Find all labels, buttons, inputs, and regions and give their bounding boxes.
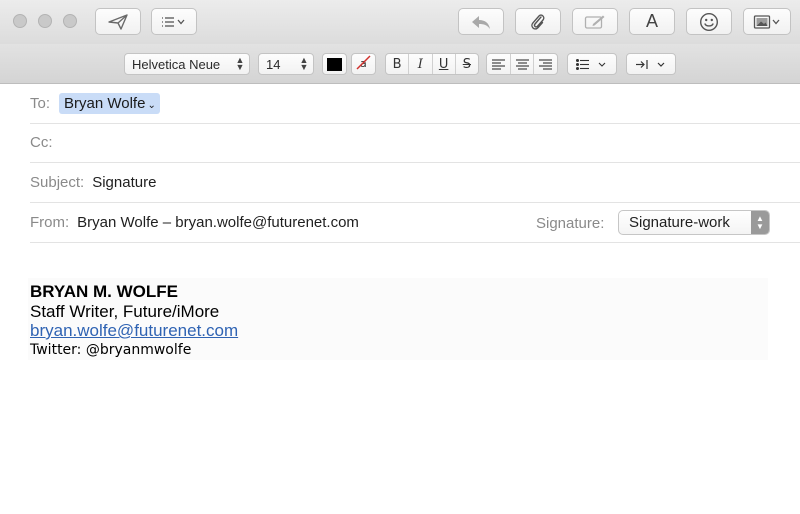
background-color-button[interactable]: a: [351, 53, 376, 75]
text-style-segment: B I U S: [385, 53, 479, 75]
signature-twitter: Twitter: @bryanmwolfe: [30, 342, 192, 358]
window-toolbar: A: [0, 0, 800, 44]
header-fields-button[interactable]: [151, 8, 197, 35]
cc-field-row[interactable]: Cc:: [30, 123, 800, 163]
indent-select[interactable]: [626, 53, 676, 75]
align-left-icon: [491, 58, 505, 70]
chevron-down-icon: ⌄: [147, 100, 156, 111]
align-left-button[interactable]: [487, 54, 511, 74]
font-size-value: 14: [266, 56, 281, 72]
signature-label: Signature:: [536, 215, 605, 232]
list-style-select[interactable]: [567, 53, 617, 75]
to-label: To:: [30, 95, 51, 112]
paper-plane-icon: [108, 13, 128, 30]
paperclip-icon: [530, 12, 546, 32]
markup-pen-icon: [584, 14, 606, 30]
signature-select[interactable]: Signature-work ▲ ▼: [618, 210, 770, 235]
strikethrough-glyph: S: [462, 56, 471, 72]
subject-label: Subject:: [30, 174, 85, 191]
text-color-button[interactable]: [322, 53, 347, 75]
no-background-color-icon: a: [355, 55, 372, 73]
zoom-window-button[interactable]: [63, 14, 77, 28]
reply-button[interactable]: [458, 8, 504, 35]
font-size-select[interactable]: 14 ▲ ▼: [258, 53, 314, 75]
emoji-button[interactable]: [686, 8, 732, 35]
cc-label: Cc:: [30, 134, 53, 151]
underline-glyph: U: [438, 56, 449, 72]
subject-value: Signature: [92, 174, 157, 191]
list-chevron-icon: [161, 16, 187, 28]
italic-button[interactable]: I: [409, 54, 433, 74]
underline-button[interactable]: U: [433, 54, 456, 74]
from-label: From:: [30, 214, 70, 231]
recipient-token[interactable]: Bryan Wolfe ⌄: [59, 93, 160, 114]
signature-email-link[interactable]: bryan.wolfe@futurenet.com: [30, 321, 238, 341]
signature-name: BRYAN M. WOLFE: [30, 282, 178, 301]
to-field-row: To: Bryan Wolfe ⌄: [30, 84, 800, 124]
photo-chevron-icon: [753, 14, 781, 30]
font-family-select[interactable]: Helvetica Neue ▲ ▼: [124, 53, 250, 75]
indent-arrow-icon: [636, 59, 665, 69]
smiley-icon: [699, 12, 719, 32]
updown-chevron-icon: ▲ ▼: [751, 211, 769, 234]
align-right-icon: [539, 58, 553, 70]
subject-field-row[interactable]: Subject: Signature: [30, 163, 800, 203]
format-bar: Helvetica Neue ▲▼ 14 ▲▼ a B I U S: [0, 44, 800, 84]
align-center-icon: [515, 58, 529, 70]
reply-arrow-icon: [470, 14, 492, 30]
strikethrough-button[interactable]: S: [456, 54, 478, 74]
bullet-list-icon: [576, 58, 606, 70]
letter-a-icon: A: [645, 11, 658, 31]
fonts-button[interactable]: A: [629, 8, 675, 35]
bold-button[interactable]: B: [386, 54, 410, 74]
photo-browser-button[interactable]: [743, 8, 791, 35]
updown-chevron-icon: ▲ ▼: [235, 55, 245, 72]
send-button[interactable]: [95, 8, 141, 35]
bold-glyph: B: [392, 56, 402, 72]
signature-job-title: Staff Writer, Future/iMore: [30, 302, 220, 321]
from-account-value[interactable]: Bryan Wolfe – bryan.wolfe@futurenet.com: [77, 214, 359, 231]
attach-button[interactable]: [515, 8, 561, 35]
italic-glyph: I: [417, 56, 423, 72]
alignment-segment: [486, 53, 558, 75]
close-window-button[interactable]: [13, 14, 27, 28]
markup-button[interactable]: [572, 8, 618, 35]
color-swatch: [327, 57, 342, 71]
align-right-button[interactable]: [534, 54, 557, 74]
align-center-button[interactable]: [511, 54, 535, 74]
updown-chevron-icon: ▲ ▼: [299, 55, 309, 72]
font-family-value: Helvetica Neue: [132, 56, 221, 72]
from-field-row: From: Bryan Wolfe – bryan.wolfe@futurene…: [30, 203, 800, 243]
minimize-window-button[interactable]: [38, 14, 52, 28]
signature-select-value: Signature-work: [629, 214, 730, 231]
recipient-name: Bryan Wolfe: [64, 95, 146, 112]
